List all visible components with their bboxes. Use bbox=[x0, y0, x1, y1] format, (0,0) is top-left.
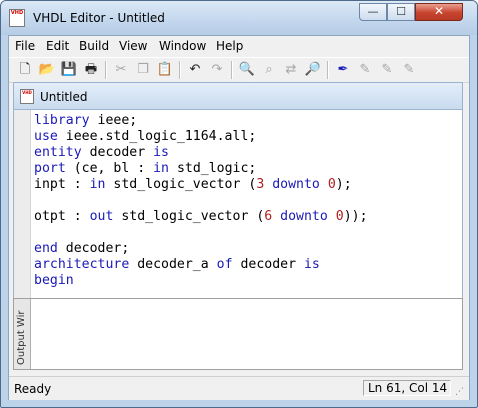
app-window: VHD VHDL Editor - Untitled — ☐ ✕ File Ed… bbox=[0, 0, 478, 408]
code-text[interactable]: library ieee; use ieee.std_logic_1164.all… bbox=[34, 113, 368, 289]
code-number: 0 bbox=[335, 209, 344, 224]
paste-icon[interactable]: 📋 bbox=[155, 60, 175, 80]
status-text: Ready bbox=[14, 382, 52, 396]
code-token: decoder bbox=[81, 145, 154, 160]
print-icon[interactable]: 🖶 bbox=[81, 60, 101, 80]
code-keyword: downto bbox=[280, 209, 328, 224]
redo-icon[interactable]: ↷ bbox=[207, 60, 227, 80]
maximize-button[interactable]: ☐ bbox=[387, 3, 415, 21]
resize-grip-icon[interactable]: ⋰ bbox=[455, 386, 467, 398]
editor-gutter bbox=[14, 110, 31, 329]
window-title: VHDL Editor - Untitled bbox=[33, 11, 165, 25]
toolbar-separator bbox=[105, 61, 107, 79]
cursor-position: Ln 61, Col 14 bbox=[363, 380, 451, 396]
code-keyword: port bbox=[34, 161, 66, 176]
code-token: (ce, bl : bbox=[65, 161, 154, 176]
code-line[interactable]: architecture decoder_a of decoder is bbox=[34, 257, 368, 273]
code-keyword: entity bbox=[34, 145, 82, 160]
find-all-icon[interactable]: 🔎 bbox=[303, 60, 323, 80]
replace-icon[interactable]: ⇄ bbox=[281, 60, 301, 80]
output-window-tab[interactable]: Output Wir bbox=[14, 299, 31, 369]
save-icon[interactable]: 💾 bbox=[59, 60, 79, 80]
code-line[interactable]: use ieee.std_logic_1164.all; bbox=[34, 129, 368, 145]
code-token: decoder; bbox=[57, 241, 130, 256]
new-file-icon[interactable]: 🗋 bbox=[15, 60, 35, 80]
client-area: File Edit Build View Window Help 🗋 📂 💾 🖶… bbox=[8, 35, 470, 400]
document-title-bar[interactable]: VHD Untitled bbox=[14, 83, 462, 110]
menu-bar: File Edit Build View Window Help bbox=[9, 36, 469, 55]
status-bar: Ready Ln 61, Col 14 ⋰ bbox=[9, 376, 469, 400]
compile-icon[interactable]: ✒ bbox=[333, 60, 353, 80]
code-keyword: of bbox=[216, 257, 233, 272]
menu-edit[interactable]: Edit bbox=[46, 39, 69, 53]
close-button[interactable]: ✕ bbox=[415, 3, 463, 21]
code-keyword: architecture bbox=[34, 257, 130, 272]
code-token: ); bbox=[335, 177, 352, 192]
code-token: std_logic_vector ( bbox=[105, 177, 257, 192]
output-text-area[interactable] bbox=[31, 299, 462, 369]
code-keyword: out bbox=[89, 209, 114, 224]
code-line[interactable]: otpt : out std_logic_vector (6 downto 0)… bbox=[34, 209, 368, 225]
document-icon: VHD bbox=[20, 89, 34, 104]
output-window-label: Output Wir bbox=[16, 310, 27, 365]
code-token: ieee.std_logic_1164.all; bbox=[57, 129, 257, 144]
toolbar-separator bbox=[179, 61, 181, 79]
code-token: )); bbox=[343, 209, 368, 224]
stop-build-icon[interactable]: ✎ bbox=[399, 60, 419, 80]
build-icon[interactable]: ✎ bbox=[355, 60, 375, 80]
menu-view[interactable]: View bbox=[119, 39, 147, 53]
code-token: std_logic; bbox=[169, 161, 257, 176]
code-keyword: begin bbox=[34, 273, 74, 288]
code-keyword: end bbox=[34, 241, 58, 256]
code-keyword: library bbox=[34, 113, 90, 128]
code-keyword: in bbox=[153, 161, 169, 176]
code-editor[interactable]: library ieee; use ieee.std_logic_1164.all… bbox=[14, 110, 462, 329]
code-keyword: downto bbox=[272, 177, 320, 192]
cut-icon[interactable]: ✂ bbox=[111, 60, 131, 80]
code-token: ieee; bbox=[89, 113, 138, 128]
code-keyword: in bbox=[89, 177, 106, 192]
code-token: otpt : bbox=[34, 209, 90, 224]
undo-icon[interactable]: ↶ bbox=[185, 60, 205, 80]
toolbar-separator bbox=[231, 61, 233, 79]
document-window: VHD Untitled library ieee; use ieee.std_l… bbox=[13, 82, 463, 330]
copy-icon[interactable]: ❐ bbox=[133, 60, 153, 80]
find-next-icon[interactable]: ⌕ bbox=[259, 60, 279, 80]
minimize-button[interactable]: — bbox=[359, 3, 387, 21]
code-line[interactable]: begin bbox=[34, 273, 368, 289]
code-token: decoder_a bbox=[129, 257, 217, 272]
code-number: 0 bbox=[327, 177, 336, 192]
code-line[interactable] bbox=[34, 193, 368, 209]
code-token: std_logic_vector ( bbox=[113, 209, 265, 224]
code-line[interactable]: library ieee; bbox=[34, 113, 368, 129]
code-keyword: is bbox=[153, 145, 169, 160]
menu-help[interactable]: Help bbox=[216, 39, 243, 53]
toolbar-separator bbox=[327, 61, 329, 79]
code-keyword: use bbox=[34, 129, 58, 144]
code-line[interactable]: inpt : in std_logic_vector (3 downto 0); bbox=[34, 177, 368, 193]
code-line[interactable]: port (ce, bl : in std_logic; bbox=[34, 161, 368, 177]
code-token: decoder bbox=[232, 257, 304, 272]
code-line[interactable] bbox=[34, 225, 368, 241]
code-keyword: is bbox=[303, 257, 320, 272]
code-token: inpt : bbox=[34, 177, 90, 192]
app-icon[interactable]: VHD bbox=[9, 9, 25, 27]
document-title: Untitled bbox=[40, 90, 88, 104]
output-window: Output Wir bbox=[13, 298, 463, 370]
code-line[interactable]: end decoder; bbox=[34, 241, 368, 257]
title-bar[interactable]: VHD VHDL Editor - Untitled — ☐ ✕ bbox=[1, 1, 477, 35]
menu-file[interactable]: File bbox=[15, 39, 35, 53]
rebuild-icon[interactable]: ✎ bbox=[377, 60, 397, 80]
find-binoculars-icon[interactable]: 🔍 bbox=[237, 60, 257, 80]
open-folder-icon[interactable]: 📂 bbox=[37, 60, 57, 80]
menu-build[interactable]: Build bbox=[79, 39, 109, 53]
toolbar: 🗋 📂 💾 🖶 ✂ ❐ 📋 ↶ ↷ 🔍 ⌕ ⇄ 🔎 ✒ ✎ ✎ ✎ bbox=[9, 57, 469, 83]
code-line[interactable]: entity decoder is bbox=[34, 145, 368, 161]
menu-window[interactable]: Window bbox=[159, 39, 206, 53]
